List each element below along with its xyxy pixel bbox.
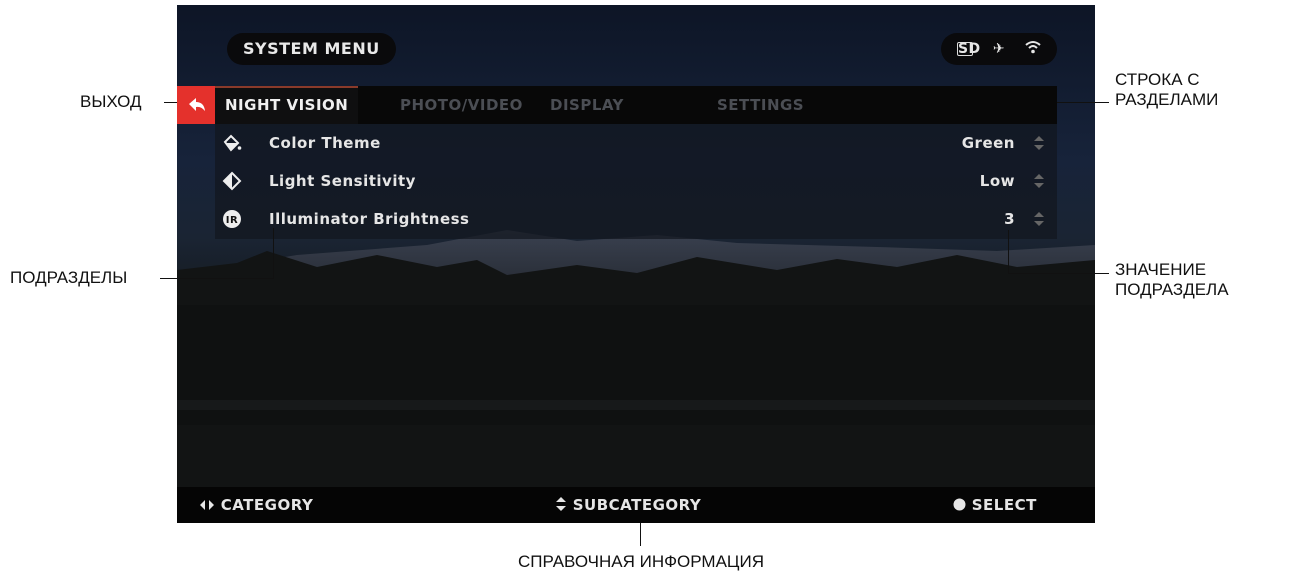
row-label: Light Sensitivity [269,172,416,190]
subcategory-list: Color Theme Green Light Sensitivity Low … [215,124,1057,239]
leader-line [1057,102,1109,103]
callout-exit: ВЫХОД [80,92,142,111]
tab-display[interactable]: DISPLAY [550,86,624,124]
up-down-arrows-icon[interactable] [1033,211,1045,227]
left-right-arrows-icon [200,500,214,510]
category-tab-bar: NIGHT VISION PHOTO/VIDEO DISPLAY SETTING… [215,86,1057,124]
row-value: Low [979,172,1015,190]
svg-text:IR: IR [226,215,238,226]
circle-button-icon [953,498,966,511]
callout-help: СПРАВОЧНАЯ ИНФОРМАЦИЯ [518,552,764,571]
contrast-icon [222,171,242,191]
row-light-sensitivity[interactable]: Light Sensitivity Low [215,162,1057,200]
leader-line [1008,230,1009,274]
footer-category-label: CATEGORY [220,496,314,514]
callout-subsections: ПОДРАЗДЕЛЫ [10,268,128,287]
callout-tabs-line2: РАЗДЕЛАМИ [1115,90,1219,109]
help-footer: CATEGORY SUBCATEGORY SELECT [177,487,1095,523]
callout-value-line1: ЗНАЧЕНИЕ [1115,260,1207,279]
paint-bucket-icon [223,134,242,152]
callout-tabs-line1: СТРОКА С [1115,70,1200,89]
status-bar: SD ✈ [941,33,1057,65]
ir-icon: IR [223,210,241,228]
satellite-icon: ✈ [992,41,1006,57]
wifi-icon [1025,40,1041,58]
footer-category: CATEGORY [199,487,313,523]
row-illuminator-brightness[interactable]: IR Illuminator Brightness 3 [215,200,1057,238]
leader-line [273,228,274,279]
callout-value-line2: ПОДРАЗДЕЛА [1115,280,1229,299]
footer-subcategory-label: SUBCATEGORY [572,496,702,514]
leader-line [1008,273,1109,274]
up-down-arrows-icon [556,497,566,511]
row-value: Green [961,134,1015,152]
leader-line [160,278,274,279]
row-label: Color Theme [269,134,381,152]
callout-tabs: СТРОКА С РАЗДЕЛАМИ [1115,70,1218,110]
row-value: 3 [1004,210,1015,228]
footer-select: SELECT [953,487,1037,523]
back-button[interactable] [177,86,215,124]
system-menu-title: SYSTEM MENU [227,33,396,65]
callout-value: ЗНАЧЕНИЕ ПОДРАЗДЕЛА [1115,260,1229,300]
row-color-theme[interactable]: Color Theme Green [215,124,1057,162]
leader-line [640,523,641,546]
tab-photo-video[interactable]: PHOTO/VIDEO [400,86,523,124]
leader-line [164,102,177,103]
tab-night-vision[interactable]: NIGHT VISION [215,86,359,124]
footer-select-label: SELECT [971,496,1037,514]
sd-card-icon: SD [956,41,981,57]
up-down-arrows-icon[interactable] [1033,173,1045,189]
device-screen: SYSTEM MENU SD ✈ NIGHT VISION PHOTO/VIDE… [177,5,1095,523]
tab-settings[interactable]: SETTINGS [717,86,804,124]
row-label: Illuminator Brightness [269,210,470,228]
footer-subcategory: SUBCATEGORY [555,487,701,523]
back-arrow-icon [189,98,205,111]
up-down-arrows-icon[interactable] [1033,135,1045,151]
mountain-forest-background [177,230,1095,523]
